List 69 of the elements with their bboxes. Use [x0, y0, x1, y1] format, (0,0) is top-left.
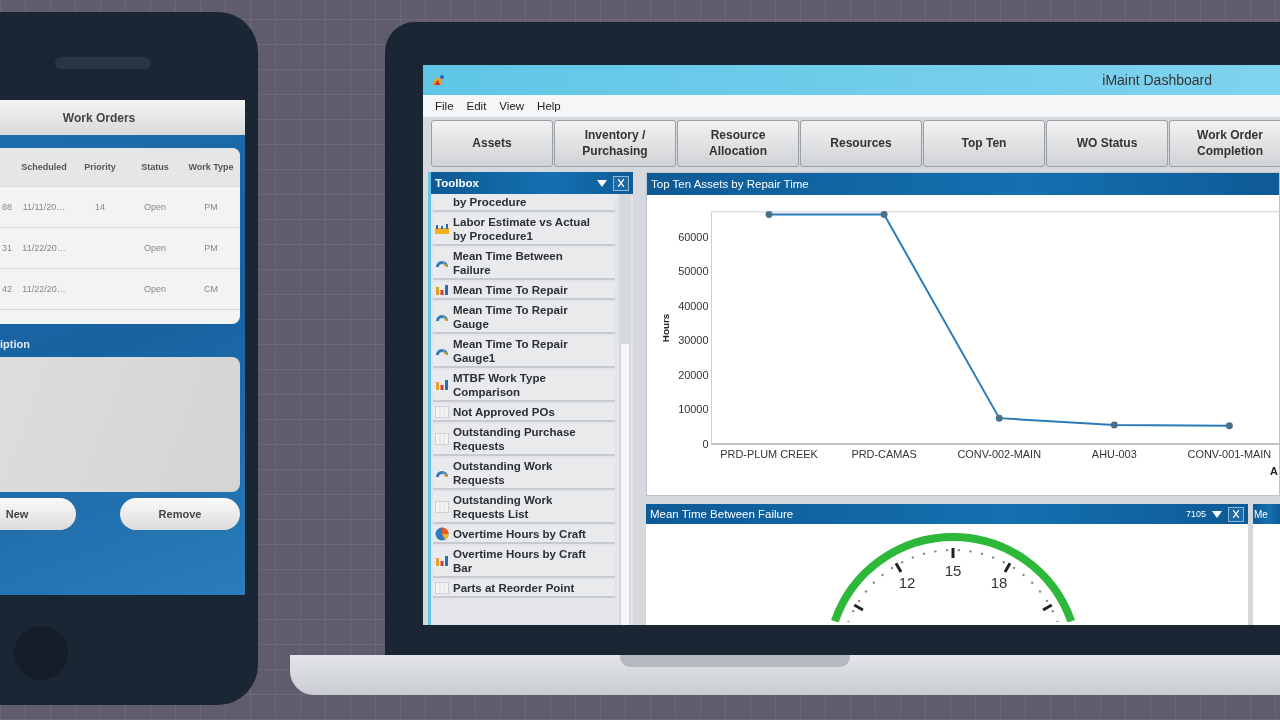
y-tick-label: 40000 [678, 300, 709, 312]
x-axis-title: A [1270, 464, 1278, 477]
panel-title: Top Ten Assets by Repair Time [651, 178, 809, 190]
gauge-scale-label: 15 [944, 562, 962, 579]
x-tick-label: CONV-002-MAIN [957, 447, 1042, 460]
panel-title: Me [1254, 508, 1268, 520]
toolbox-item[interactable]: MTBF Work Type Comparison [433, 370, 615, 402]
column-header: Status [140, 162, 170, 172]
new-button[interactable]: New [0, 498, 76, 530]
toolbar-button[interactable]: Resources [800, 120, 922, 167]
toolbar-button[interactable]: Inventory / Purchasing [554, 120, 676, 167]
x-tick-label: AHU-003 [1091, 447, 1137, 460]
table-cell-text: 11/22/20… [21, 284, 67, 294]
panel-title: Toolbox [435, 177, 479, 189]
table-cell-text: 11/11/20… [21, 202, 67, 212]
remove-button[interactable]: Remove [120, 498, 240, 530]
toolbox-item[interactable]: Mean Time To Repair Gauge [433, 302, 615, 334]
toolbox-item[interactable]: Overtime Hours by Craft [433, 526, 615, 544]
table-cell-text: 42 [1, 284, 13, 294]
toolbox-item[interactable]: Outstanding Purchase Requests [433, 424, 615, 456]
panel-title: Mean Time Between Failure [650, 508, 794, 520]
table-cell-text: CM [203, 284, 219, 294]
toolbar-button[interactable]: Top Ten [923, 120, 1045, 167]
screen-title: Work Orders [0, 100, 245, 135]
table-cell-text: 14 [94, 202, 106, 212]
column-header: Work Type [187, 162, 235, 172]
table-cell-text: PM [203, 202, 219, 212]
toolbox-item[interactable]: by Procedure [433, 194, 615, 212]
table-cell-text: 31 [1, 243, 13, 253]
toolbar-button[interactable]: WO Status [1046, 120, 1168, 167]
y-tick-label: 50000 [678, 265, 709, 278]
menu-item[interactable]: File [435, 100, 454, 112]
column-header: Scheduled [20, 162, 68, 172]
x-tick-label: CONV-001-MAIN [1187, 447, 1272, 460]
toolbox-item[interactable]: Overtime Hours by Craft Bar [433, 546, 615, 578]
toolbar-button[interactable]: Assets [431, 120, 553, 167]
x-tick-label: PRD-PLUM CREEK [720, 447, 818, 460]
y-tick-label: 30000 [678, 334, 709, 347]
y-tick-label: 10000 [678, 403, 709, 416]
toolbox-item[interactable]: Labor Estimate vs Actual by Procedure1 [433, 214, 615, 246]
y-tick-label: 0 [702, 438, 709, 450]
gauge-scale-label: 12 [898, 574, 916, 592]
window-title: iMaint Dashboard [1102, 72, 1212, 88]
menu-item[interactable]: Help [537, 100, 561, 112]
gauge-value: 7105 [1185, 509, 1206, 519]
table-cell-text: 88 [1, 202, 13, 212]
table-cell-text: PM [203, 243, 219, 253]
y-tick-label: 20000 [678, 369, 709, 381]
toolbox-item[interactable]: Mean Time Between Failure [433, 248, 615, 280]
table-cell-text: 11/22/20… [21, 243, 67, 253]
toolbar-button[interactable]: Work Order Completion [1169, 120, 1280, 167]
y-tick-label: 60000 [678, 231, 709, 243]
column-header: Priority [83, 162, 117, 172]
toolbox-item[interactable]: Not Approved POs [433, 404, 615, 422]
x-tick-label: PRD-CAMAS [851, 447, 917, 460]
gauge-scale-label: 18 [990, 574, 1008, 592]
toolbox-item[interactable]: Mean Time To Repair Gauge1 [433, 336, 615, 368]
table-cell-text: Open [143, 284, 167, 294]
toolbox-item[interactable]: Mean Time To Repair [433, 282, 615, 300]
toolbar-button[interactable]: Resource Allocation [677, 120, 799, 167]
field-label: iption [0, 338, 30, 350]
table-cell-text: Open [143, 202, 167, 212]
y-axis-title: Hours [659, 313, 671, 343]
table-cell-text: Open [143, 243, 167, 253]
menu-item[interactable]: View [499, 100, 525, 112]
toolbox-item[interactable]: Parts at Reorder Point [433, 580, 615, 598]
toolbox-item[interactable]: Outstanding Work Requests List [433, 492, 615, 524]
menu-item[interactable]: Edit [466, 100, 487, 112]
toolbox-item[interactable]: Outstanding Work Requests [433, 458, 615, 490]
